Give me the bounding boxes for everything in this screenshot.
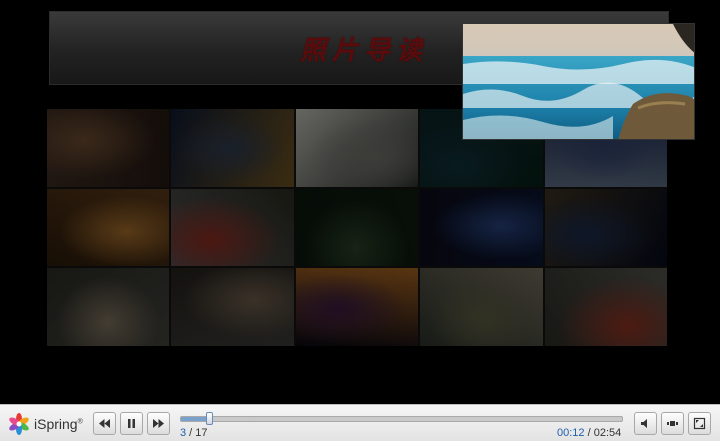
brand-name: iSpring® [34,416,83,432]
total-slides: 17 [195,427,208,439]
thumbnail-skyscraper-night [420,188,543,267]
ocean-waves-photo [462,23,695,140]
thumbnail-boat-temple-2 [544,268,667,346]
thumbnail-city-night-skyline [544,188,667,267]
fullscreen-button[interactable] [688,412,711,435]
ispring-flower-icon [9,413,29,435]
ispring-logo: iSpring® [8,413,83,435]
thumbnail-waterfall [295,109,419,187]
total-time: 02:54 [593,427,622,439]
pause-button[interactable] [120,412,143,435]
layout-button[interactable] [661,412,684,435]
thumbnail-grid [47,109,667,346]
thumbnail-shopping-street [47,268,170,346]
thumbnail-mountain-temple [420,268,543,346]
current-time: 00:12 [557,427,585,439]
pause-icon [128,419,135,428]
previous-slide-button[interactable] [93,412,116,435]
next-slide-button[interactable] [147,412,170,435]
thumbnail-lobby-interior [47,188,170,267]
progress-track[interactable] [180,412,623,425]
thumbnail-tower-night [171,109,294,187]
player-control-bar: iSpring® 3 / 17 00:12 / 02:54 [0,404,720,441]
volume-icon [641,419,647,428]
slide-stage: 照片导读 [0,0,720,404]
fast-forward-icon [153,419,164,428]
slide-counter: 3 / 17 [180,427,208,439]
time-display: 00:12 / 02:54 [557,427,622,439]
thumbnail-boat-temple [171,188,294,267]
ocean-waves-image [463,24,694,139]
thumbnail-neon-building [295,268,419,346]
thumbnail-plaza-sculpture [171,268,294,346]
fullscreen-icon [693,417,706,430]
volume-button[interactable] [634,412,657,435]
slide-title: 照片导读 [300,36,429,66]
thumbnail-lake-reflection [295,188,419,267]
rewind-icon [99,419,110,428]
layout-icon [667,421,678,426]
thumbnail-street-night-crowd [47,109,170,187]
progress-thumb[interactable] [205,412,213,425]
